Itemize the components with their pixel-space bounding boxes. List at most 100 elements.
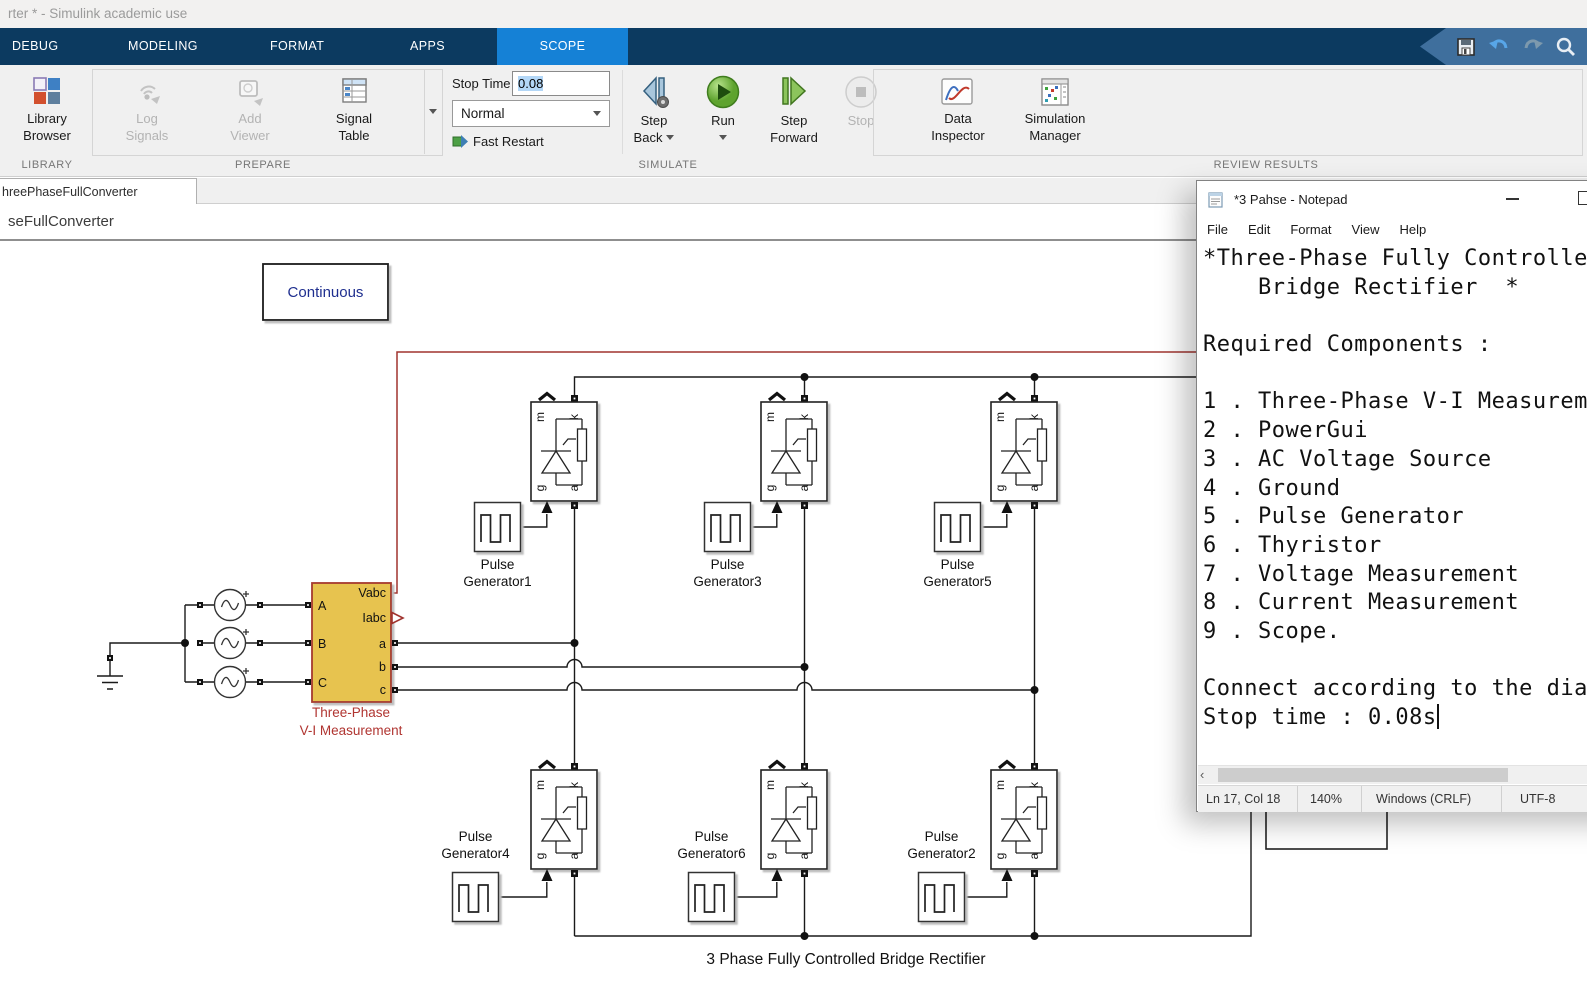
library-browser-button[interactable]: Library Browser [17,110,77,144]
step-forward-label1: Step [780,113,808,128]
notepad-line: 2 . PowerGui [1203,418,1368,444]
notepad-line: Bridge Rectifier * [1203,274,1520,300]
simulate-divider [622,70,623,154]
run-caret-icon[interactable] [719,135,727,140]
thyristor-block-4[interactable] [531,762,597,882]
redo-icon[interactable] [1521,36,1545,58]
data-inspector-icon[interactable] [941,77,973,107]
pulse-generator6-block[interactable] [689,873,735,922]
tab-debug[interactable]: DEBUG [12,28,58,65]
tab-format[interactable]: FORMAT [270,28,324,65]
thyristor-block-2[interactable] [991,762,1057,882]
tab-apps[interactable]: APPS [410,28,445,65]
data-inspector-label1: Data [944,111,972,126]
powergui-block[interactable]: Continuous [262,263,389,321]
svg-text:Generator6: Generator6 [677,846,745,861]
search-icon[interactable] [1555,36,1577,58]
data-inspector-label2: Inspector [931,128,985,143]
sim-mode-select[interactable]: Normal [452,100,610,127]
diagram-caption: 3 Phase Fully Controlled Bridge Rectifie… [706,951,985,968]
notepad-line: Stop time : 0.08s [1203,705,1437,730]
scrollbar-thumb[interactable] [1218,768,1508,782]
notepad-line [1203,302,1587,331]
pulse-generator4-block[interactable] [453,873,499,922]
breadcrumb[interactable]: seFullConverter [8,213,114,230]
screen: { "colors": { "ribbon_bg": "#0c3a60", "a… [0,0,1587,992]
step-back-label2: Back [633,130,663,145]
iabc-unconnected-port [391,611,405,625]
ribbon-section-labels: LIBRARY PREPARE SIMULATE REVIEW RESULTS [0,156,1587,177]
notepad-line: Connect according to the diagram [1203,676,1587,702]
tab-scope[interactable]: SCOPE [497,28,628,65]
pulse-generator1-block[interactable] [475,503,521,552]
menu-edit[interactable]: Edit [1248,222,1270,237]
vi-measurement-block[interactable]: A B C Vabc Iabc a b c Three-Phase V-I Me… [300,582,405,738]
menu-help[interactable]: Help [1399,222,1426,237]
notepad-line: 4 . Ground [1203,475,1341,501]
gallery-dropdown-icon[interactable] [429,109,437,114]
log-signals-label2: Signals [125,128,169,143]
vi-port-Vabc: Vabc [358,586,386,600]
step-back-caret-icon [666,135,675,140]
vi-block-name2: V-I Measurement [300,723,403,738]
section-review: REVIEW RESULTS [1213,159,1319,171]
powergui-label: Continuous [288,284,364,301]
add-viewer-icon [239,80,263,106]
scroll-left-icon[interactable]: ‹ [1200,767,1204,782]
notepad-titlebar[interactable]: *3 Pahse - Notepad [1197,181,1587,217]
menu-view[interactable]: View [1352,222,1380,237]
pulse-generator3-block[interactable] [705,503,751,552]
fast-restart-label[interactable]: Fast Restart [473,134,544,149]
gallery-divider [424,70,425,154]
step-back-button[interactable]: Step Back [624,112,684,146]
save-icon[interactable] [1455,36,1477,58]
status-line-ending: Windows (CRLF) [1362,786,1502,812]
menu-file[interactable]: File [1207,222,1228,237]
pulse-generator2-block[interactable] [919,873,965,922]
thyristor-block-1[interactable] [531,394,597,514]
add-viewer-button[interactable]: Add Viewer [215,110,285,144]
status-zoom: 140% [1298,786,1362,812]
svg-text:Pulse: Pulse [695,829,729,844]
add-viewer-label2: Viewer [230,128,270,143]
ground-block[interactable] [107,655,113,661]
pulse-generator5-block[interactable] [935,503,981,552]
library-browser-icon[interactable] [32,76,62,106]
menu-format[interactable]: Format [1290,222,1331,237]
undo-icon[interactable] [1487,36,1511,58]
step-back-icon[interactable] [636,74,672,110]
fast-restart-icon[interactable] [452,134,468,149]
svg-text:Generator3: Generator3 [693,574,761,589]
vi-port-c: c [380,683,386,697]
model-tab[interactable]: hreePhaseFullConverter [0,178,197,204]
tab-modeling[interactable]: MODELING [128,28,198,65]
svg-text:Pulse: Pulse [711,557,745,572]
notepad-line: *Three-Phase Fully Controlled [1203,246,1587,271]
log-signals-button[interactable]: Log Signals [112,110,182,144]
vi-port-C: C [318,676,327,690]
simulation-manager-icon[interactable] [1040,77,1070,107]
stop-time-input[interactable]: 0.08 [512,71,610,96]
run-button[interactable]: Run [706,112,740,129]
step-forward-button[interactable]: Step Forward [763,112,825,146]
svg-text:Pulse: Pulse [941,557,975,572]
signal-table-button[interactable]: Signal Table [319,110,389,144]
sim-mode-caret-icon [593,111,601,116]
run-icon[interactable] [705,74,741,110]
simulation-manager-button[interactable]: Simulation Manager [1019,110,1091,144]
maximize-icon[interactable] [1578,191,1587,205]
thyristor-block-6[interactable] [761,762,827,882]
notepad-text-area[interactable]: *Three-Phase Fully Controlled Bridge Rec… [1198,243,1587,765]
notepad-statusbar: Ln 17, Col 18 140% Windows (CRLF) UTF-8 [1198,785,1587,812]
notepad-line: 5 . Pulse Generator [1203,504,1465,530]
data-inspector-button[interactable]: Data Inspector [927,110,989,144]
step-forward-icon[interactable] [776,74,812,110]
thyristor-block-3[interactable] [761,394,827,514]
notepad-hscrollbar[interactable]: ‹ [1198,765,1587,784]
vi-port-a: a [379,637,386,651]
minimize-icon[interactable] [1506,198,1519,200]
thyristor-block-5[interactable] [991,394,1057,514]
signal-table-icon [342,78,367,103]
pulse-generator-labels: Pulse Generator1 Pulse Generator3 Pulse Gen… [441,557,991,861]
notepad-line: 8 . Current Measurement [1203,590,1520,616]
